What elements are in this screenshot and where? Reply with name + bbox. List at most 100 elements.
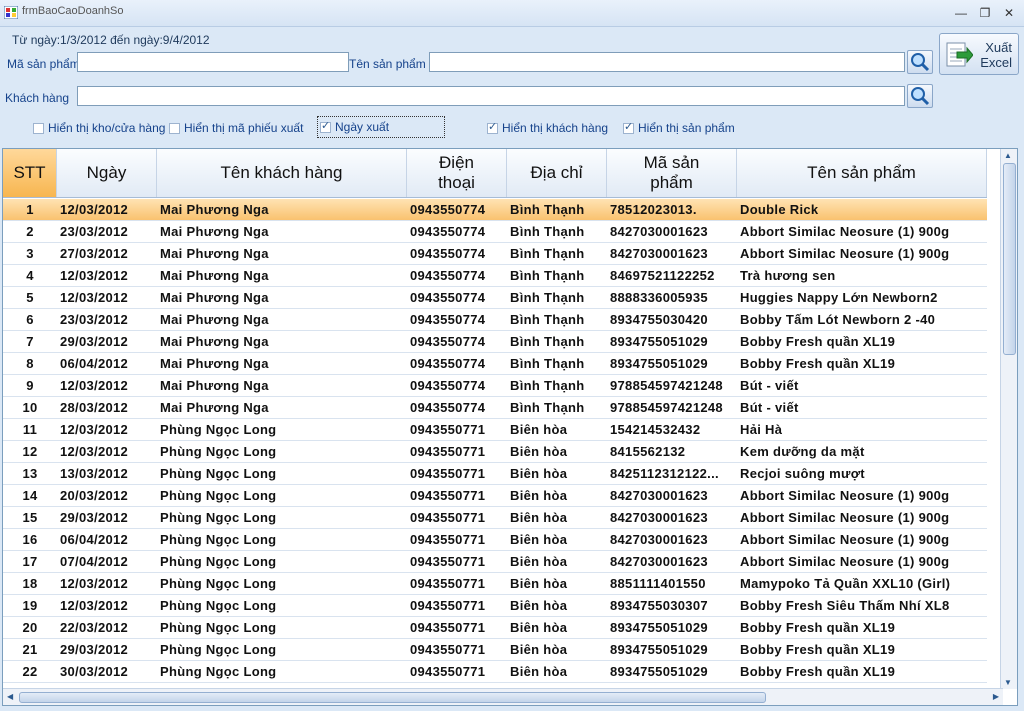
header-col-address[interactable]: Địa chỉ xyxy=(507,149,607,197)
cell-address: Biên hòa xyxy=(510,664,568,679)
product-name-input[interactable] xyxy=(429,52,905,72)
export-excel-label: Xuất Excel xyxy=(980,40,1012,70)
table-row[interactable]: 16 06/04/2012 Phùng Ngọc Long 0943550771 Biê… xyxy=(3,529,987,551)
table-row[interactable]: 14 20/03/2012 Phùng Ngọc Long 0943550771 Biê… xyxy=(3,485,987,507)
cell-stt: 17 xyxy=(22,554,38,569)
checkbox-label: Ngày xuất xyxy=(335,120,390,134)
cell-product-code: 8427030001623 xyxy=(610,554,708,569)
cell-customer: Mai Phương Nga xyxy=(160,334,269,349)
table-row[interactable]: 2 23/03/2012 Mai Phương Nga 0943550774 Bình … xyxy=(3,221,987,243)
cell-address: Biên hòa xyxy=(510,510,568,525)
cell-customer: Mai Phương Nga xyxy=(160,400,269,415)
checkbox-label: Hiển thị kho/cửa hàng xyxy=(48,121,166,135)
cell-address: Biên hòa xyxy=(510,598,568,613)
cell-phone: 0943550771 xyxy=(410,422,486,437)
cell-phone: 0943550774 xyxy=(410,356,486,371)
customer-input[interactable] xyxy=(77,86,905,106)
vertical-scroll-thumb[interactable] xyxy=(1003,163,1016,355)
product-code-label: Mã sản phẩm xyxy=(7,57,80,71)
table-row[interactable]: 21 29/03/2012 Phùng Ngọc Long 0943550771 Biê… xyxy=(3,639,987,661)
table-row[interactable]: 19 12/03/2012 Phùng Ngọc Long 0943550771 Biê… xyxy=(3,595,987,617)
close-button[interactable]: ✕ xyxy=(1000,5,1018,21)
cell-address: Bình Thạnh xyxy=(510,378,585,393)
maximize-button[interactable]: ❐ xyxy=(976,5,994,21)
table-row[interactable]: 4 12/03/2012 Mai Phương Nga 0943550774 Bình … xyxy=(3,265,987,287)
table-row[interactable]: 20 22/03/2012 Phùng Ngọc Long 0943550771 Biê… xyxy=(3,617,987,639)
show-customer-checkbox[interactable]: Hiển thị khách hàng xyxy=(487,119,608,137)
minimize-button[interactable]: — xyxy=(952,5,970,21)
cell-product-name: Bút - viết xyxy=(740,378,799,393)
cell-phone: 0943550771 xyxy=(410,510,486,525)
cell-date: 29/03/2012 xyxy=(60,334,129,349)
header-col-stt[interactable]: STT xyxy=(3,149,57,197)
cell-address: Bình Thạnh xyxy=(510,334,585,349)
cell-date: 12/03/2012 xyxy=(60,378,129,393)
export-excel-button[interactable]: Xuất Excel xyxy=(939,33,1019,75)
cell-phone: 0943550771 xyxy=(410,466,486,481)
cell-product-code: 8934755051029 xyxy=(610,664,708,679)
table-row[interactable]: 5 12/03/2012 Mai Phương Nga 0943550774 Bình … xyxy=(3,287,987,309)
cell-date: 12/03/2012 xyxy=(60,268,129,283)
header-col-phone[interactable]: Điện thoại xyxy=(407,149,507,197)
table-row[interactable]: 3 27/03/2012 Mai Phương Nga 0943550774 Bình … xyxy=(3,243,987,265)
header-col-product-name[interactable]: Tên sản phẩm xyxy=(737,149,987,197)
table-row[interactable]: 8 06/04/2012 Mai Phương Nga 0943550774 Bình … xyxy=(3,353,987,375)
show-export-slip-checkbox[interactable]: Hiển thị mã phiếu xuất xyxy=(169,119,303,137)
cell-customer: Mai Phương Nga xyxy=(160,246,269,261)
cell-stt: 9 xyxy=(26,378,34,393)
show-product-checkbox[interactable]: Hiển thị sản phẩm xyxy=(623,119,735,137)
horizontal-scrollbar[interactable]: ◀ ▶ xyxy=(3,688,1003,705)
cell-address: Bình Thạnh xyxy=(510,224,585,239)
table-row[interactable]: 9 12/03/2012 Mai Phương Nga 0943550774 Bình … xyxy=(3,375,987,397)
cell-stt: 15 xyxy=(22,510,38,525)
table-row[interactable]: 12 12/03/2012 Phùng Ngọc Long 0943550771 Biê… xyxy=(3,441,987,463)
table-row[interactable]: 22 30/03/2012 Phùng Ngọc Long 0943550771 Biê… xyxy=(3,661,987,683)
scroll-left-icon[interactable]: ◀ xyxy=(7,692,13,701)
table-row[interactable]: 13 13/03/2012 Phùng Ngọc Long 0943550771 Biê… xyxy=(3,463,987,485)
cell-product-code: 8934755030307 xyxy=(610,598,708,613)
checkbox-box xyxy=(33,122,44,134)
search-icon xyxy=(911,87,930,106)
cell-customer: Phùng Ngọc Long xyxy=(160,422,277,437)
cell-phone: 0943550771 xyxy=(410,554,486,569)
scroll-down-icon[interactable]: ▼ xyxy=(1004,678,1012,687)
table-row[interactable]: 10 28/03/2012 Mai Phương Nga 0943550774 Bình… xyxy=(3,397,987,419)
grid-body: 1 12/03/2012 Mai Phương Nga 0943550774 Bình … xyxy=(3,199,987,705)
scroll-up-icon[interactable]: ▲ xyxy=(1004,151,1012,160)
cell-address: Bình Thạnh xyxy=(510,246,585,261)
table-row[interactable]: 11 12/03/2012 Phùng Ngọc Long 0943550771 Biê… xyxy=(3,419,987,441)
table-row[interactable]: 1 12/03/2012 Mai Phương Nga 0943550774 Bình … xyxy=(3,199,987,221)
horizontal-scroll-thumb[interactable] xyxy=(19,692,766,703)
cell-address: Bình Thạnh xyxy=(510,312,585,327)
checkbox-label: Hiển thị sản phẩm xyxy=(638,121,735,135)
cell-product-code: 8427030001623 xyxy=(610,510,708,525)
table-row[interactable]: 18 12/03/2012 Phùng Ngọc Long 0943550771 Biê… xyxy=(3,573,987,595)
cell-address: Biên hòa xyxy=(510,488,568,503)
cell-address: Bình Thạnh xyxy=(510,268,585,283)
sales-report-grid[interactable]: STT Ngày Tên khách hàng Điện thoại Địa chỉ Mã… xyxy=(2,148,1018,706)
cell-product-name: Bút - viết xyxy=(740,400,799,415)
cell-product-name: Kem dưỡng da mặt xyxy=(740,444,865,459)
table-row[interactable]: 17 07/04/2012 Phùng Ngọc Long 0943550771 Biê… xyxy=(3,551,987,573)
header-col-customer[interactable]: Tên khách hàng xyxy=(157,149,407,197)
cell-product-name: Mamypoko Tả Quần XXL10 (Girl) xyxy=(740,576,951,591)
scroll-right-icon[interactable]: ▶ xyxy=(993,692,999,701)
table-row[interactable]: 7 29/03/2012 Mai Phương Nga 0943550774 Bình … xyxy=(3,331,987,353)
table-row[interactable]: 15 29/03/2012 Phùng Ngọc Long 0943550771 Biê… xyxy=(3,507,987,529)
cell-stt: 14 xyxy=(22,488,38,503)
export-date-checkbox[interactable]: Ngày xuất xyxy=(317,116,445,138)
product-code-input[interactable] xyxy=(77,52,349,72)
header-col-product-code[interactable]: Mã sản phẩm xyxy=(607,149,737,197)
cell-product-name: Hải Hà xyxy=(740,422,783,437)
cell-product-name: Abbort Similac Neosure (1) 900g xyxy=(740,488,950,503)
header-col-date[interactable]: Ngày xyxy=(57,149,157,197)
cell-date: 30/03/2012 xyxy=(60,664,129,679)
customer-search-button[interactable] xyxy=(907,84,933,108)
vertical-scrollbar[interactable]: ▲ ▼ xyxy=(1000,149,1017,689)
cell-product-code: 978854597421248 xyxy=(610,400,723,415)
cell-stt: 10 xyxy=(22,400,38,415)
show-store-checkbox[interactable]: Hiển thị kho/cửa hàng xyxy=(33,119,165,137)
cell-product-name: Abbort Similac Neosure (1) 900g xyxy=(740,510,950,525)
product-search-button[interactable] xyxy=(907,50,933,74)
table-row[interactable]: 6 23/03/2012 Mai Phương Nga 0943550774 Bình … xyxy=(3,309,987,331)
